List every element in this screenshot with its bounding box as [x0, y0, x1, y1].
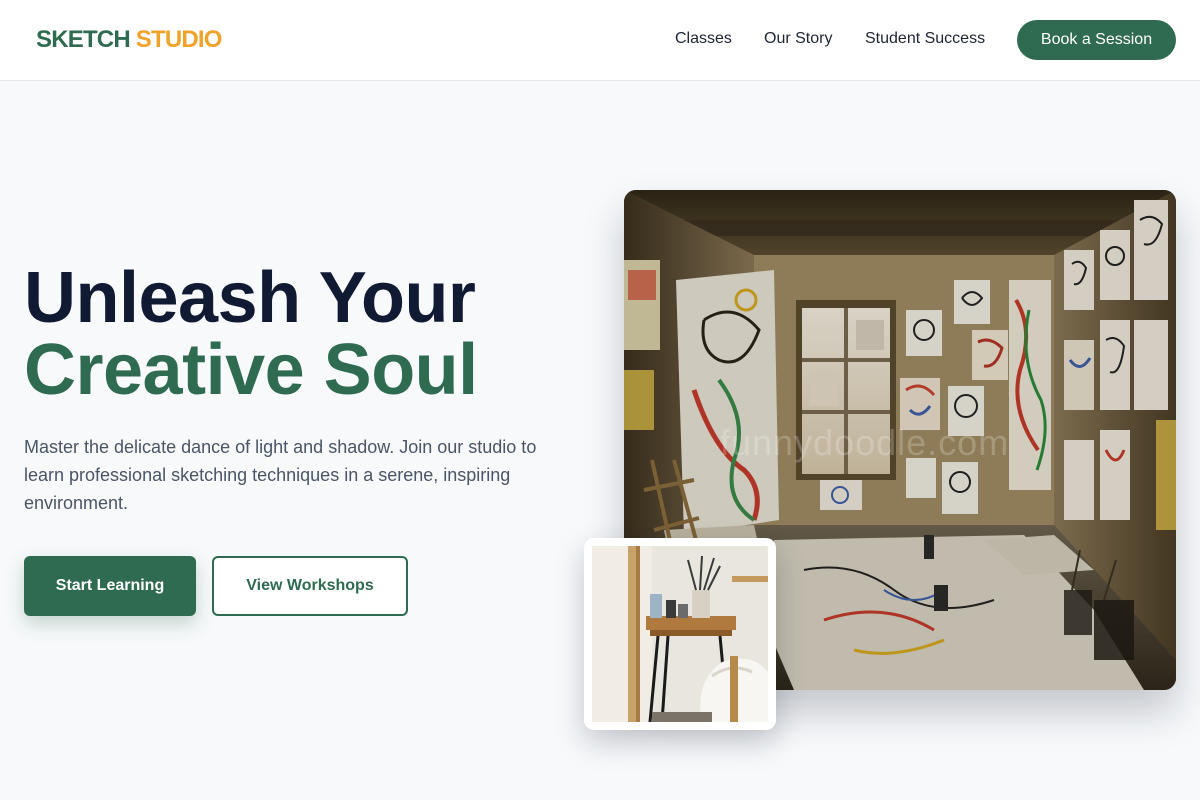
hero-title-line1: Unleash Your: [24, 258, 476, 338]
start-learning-button[interactable]: Start Learning: [24, 556, 196, 616]
brand-logo-part2: STUDIO: [135, 26, 223, 53]
book-session-button[interactable]: Book a Session: [1017, 20, 1176, 60]
brand-logo-part1: SKETCH: [36, 26, 131, 53]
hero-title: Unleash Your Creative Soul: [24, 262, 478, 406]
nav-link-student-success[interactable]: Student Success: [865, 30, 985, 48]
brand-logo[interactable]: SKETCH STUDIO: [36, 26, 222, 54]
studio-desk-image: [592, 546, 768, 722]
top-navbar: SKETCH STUDIO Classes Our Story Student …: [0, 0, 1200, 81]
nav-link-our-story[interactable]: Our Story: [764, 30, 832, 48]
hero-title-line2: Creative Soul: [24, 330, 478, 410]
view-workshops-button[interactable]: View Workshops: [212, 556, 408, 616]
studio-thumbnail-card: [584, 538, 776, 730]
hero-description: Master the delicate dance of light and s…: [24, 437, 537, 513]
nav-link-classes[interactable]: Classes: [675, 30, 732, 48]
